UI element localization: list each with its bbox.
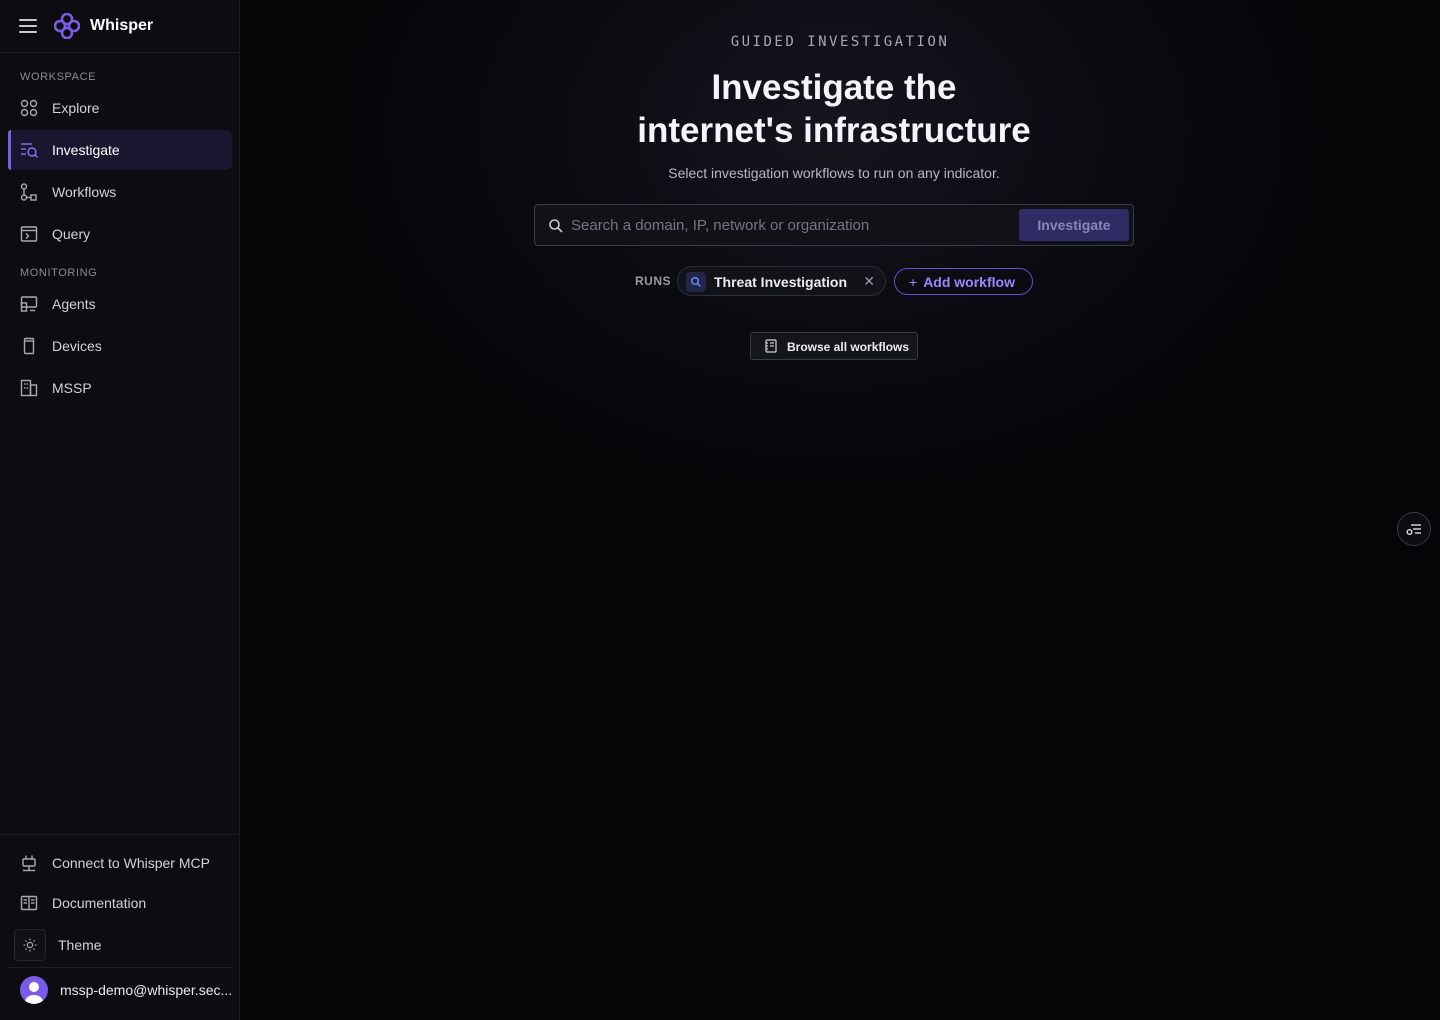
sidebar-item-workflows[interactable]: Workflows <box>8 172 232 212</box>
sidebar-item-mssp[interactable]: MSSP <box>8 368 232 408</box>
avatar[interactable] <box>20 976 48 1004</box>
documentation-link[interactable]: Documentation <box>8 883 232 923</box>
browse-workflows-label: Browse all workflows <box>787 340 910 354</box>
add-workflow-label: Add workflow <box>923 273 1015 290</box>
plug-icon <box>22 855 36 872</box>
connect-mcp-link[interactable]: Connect to Whisper MCP <box>8 843 232 883</box>
sidebar-item-label: Explore <box>52 100 100 116</box>
eyebrow-label: GUIDED INVESTIGATION <box>730 34 950 50</box>
agents-icon <box>20 296 38 312</box>
investigate-button[interactable]: Investigate <box>1019 209 1129 241</box>
devices-icon <box>23 337 35 355</box>
sidebar-item-investigate[interactable]: Investigate <box>8 130 232 170</box>
sidebar-divider <box>0 834 239 835</box>
query-icon <box>20 226 38 242</box>
main-content: GUIDED INVESTIGATION Investigate the int… <box>240 0 1440 1020</box>
documentation-label: Documentation <box>52 895 147 911</box>
sidebar-item-explore[interactable]: Explore <box>8 88 232 128</box>
app-name: Whisper <box>90 17 154 34</box>
search-icon <box>549 219 563 233</box>
user-divider <box>8 967 232 968</box>
mssp-icon <box>20 379 38 397</box>
theme-label[interactable]: Theme <box>58 937 102 953</box>
plus-icon: + <box>909 273 918 290</box>
search-input[interactable] <box>571 213 1011 237</box>
workflows-icon <box>20 183 37 201</box>
explore-icon <box>20 99 38 117</box>
chip-icon-wrap <box>686 272 706 292</box>
workflow-chip-threat-investigation[interactable]: Threat Investigation ✕ <box>677 266 886 296</box>
menu-icon[interactable] <box>19 19 37 33</box>
sidebar-item-label: Agents <box>52 296 96 312</box>
sidebar: Whisper WORKSPACE Explore Investigate Wo… <box>0 0 240 1020</box>
title-line-2: internet's infrastructure <box>637 111 1031 150</box>
page-title: Investigate the internet's infrastructur… <box>240 66 1428 152</box>
book-icon <box>20 895 38 911</box>
sidebar-item-label: Workflows <box>52 184 117 200</box>
floating-panel-toggle[interactable] <box>1397 512 1431 546</box>
user-avatar-icon <box>25 982 43 1004</box>
sidebar-item-label: Devices <box>52 338 102 354</box>
user-email[interactable]: mssp-demo@whisper.sec... <box>60 982 232 998</box>
section-label-workspace: WORKSPACE <box>20 71 97 83</box>
filter-list-icon <box>1406 524 1421 535</box>
brand-header: Whisper <box>0 0 239 53</box>
connect-mcp-label: Connect to Whisper MCP <box>52 855 210 871</box>
sidebar-item-query[interactable]: Query <box>8 214 232 254</box>
theme-toggle-button[interactable] <box>14 929 46 961</box>
document-list-icon <box>765 339 777 353</box>
search-icon <box>691 277 701 287</box>
add-workflow-button[interactable]: + Add workflow <box>894 268 1033 295</box>
sun-icon <box>23 938 37 952</box>
title-line-1: Investigate the <box>711 68 957 107</box>
chip-label: Threat Investigation <box>714 274 848 290</box>
sidebar-item-devices[interactable]: Devices <box>8 326 232 366</box>
section-label-monitoring: MONITORING <box>20 267 98 279</box>
whisper-logo-icon <box>54 13 80 39</box>
sidebar-item-label: Investigate <box>52 142 120 158</box>
close-icon[interactable]: ✕ <box>863 273 875 290</box>
search-bar: Investigate <box>534 204 1134 246</box>
sidebar-item-agents[interactable]: Agents <box>8 284 232 324</box>
page-subtitle: Select investigation workflows to run on… <box>668 165 1000 181</box>
sidebar-item-label: Query <box>52 226 91 242</box>
runs-label: RUNS <box>635 274 672 288</box>
browse-workflows-button[interactable]: Browse all workflows <box>750 332 918 360</box>
sidebar-item-label: MSSP <box>52 380 92 396</box>
investigate-icon <box>21 143 38 158</box>
